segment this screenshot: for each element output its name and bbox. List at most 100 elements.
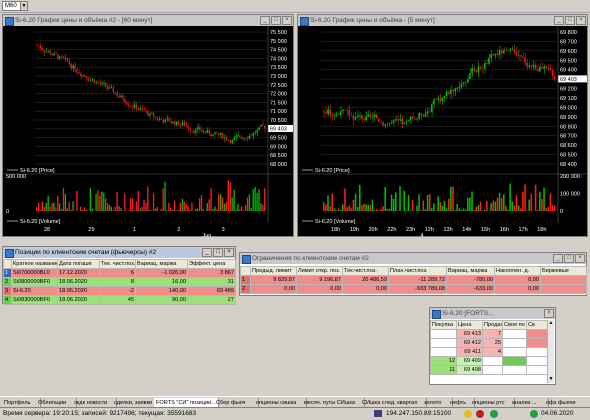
table-row[interactable]: 69 413 7 (430, 329, 549, 339)
positions-window[interactable]: Позиции по клиентским счетам (фьючерсы) … (2, 246, 236, 305)
table-row[interactable]: 11 69 408 (430, 365, 549, 375)
table-row[interactable]: 4 Si0830000BF0 18.06.2020 45 90,00 27 (3, 295, 236, 305)
column-header[interactable]: Покупка (430, 320, 457, 330)
table-row[interactable]: 69 412 25 (430, 338, 549, 348)
candle-body (405, 121, 408, 123)
positions-table[interactable]: Краткое название Дата погаше Тек. чист.п… (3, 259, 236, 305)
volume-bar (519, 208, 522, 211)
column-header[interactable]: Продажа (482, 320, 503, 330)
column-header[interactable]: Тек.чист.поз. (342, 266, 389, 276)
volume-bar (41, 201, 44, 211)
column-header[interactable]: Вариац. маржа (135, 259, 188, 269)
time-tick-label: 18h (331, 227, 340, 233)
column-header[interactable]: Накоплен. д. (494, 266, 541, 276)
time-tick-label: 15h (481, 227, 490, 233)
chart-window-60min[interactable]: Si-6.20 График цены и объёма #2 - [60 ми… (2, 14, 294, 239)
column-header[interactable]: Предыд. лимит (250, 266, 297, 276)
table-row[interactable]: 2 Si0800000BF0 18.06.2020 8 16,00 31 (3, 277, 236, 287)
close-button[interactable]: × (544, 309, 554, 318)
candle-body (342, 109, 344, 112)
candle-body (262, 124, 264, 126)
price-tick-label: 68 500 (560, 153, 577, 159)
chart1-canvas[interactable]: 75 500 75 000 74 500 74 000 73 500 73 000 72 5… (4, 26, 294, 239)
candle-body (528, 65, 530, 67)
close-button[interactable]: × (575, 254, 585, 263)
close-button[interactable]: × (282, 16, 292, 25)
orderbook-scrollbar[interactable]: ▲ ▼ (547, 320, 554, 383)
column-header[interactable]: Св (526, 320, 549, 330)
chart2-area[interactable]: 69 80069 70069 60069 50069 40069 30069 2… (299, 26, 588, 239)
volume-bar (426, 195, 429, 211)
chart-window-5min[interactable]: Si-6.20 График цены и объёма - [5 минут]… (297, 14, 588, 239)
column-header[interactable]: Биржевые (540, 266, 587, 276)
table-row[interactable]: 1 Si0700000BL0 17.12.2020 6 -1 026,00 3 … (3, 268, 236, 278)
table-row[interactable]: 69 411 4 (430, 347, 549, 357)
chevron-down-icon[interactable]: ▼ (20, 2, 27, 10)
candle-body (490, 54, 492, 58)
column-header[interactable]: Тек. чист.поз. (99, 259, 136, 269)
limits-table[interactable]: Предыд. лимит Лимит откр. поз. Тек.чист.… (240, 266, 587, 294)
limits-titlebar[interactable]: Ограничения по клиентским счетам #2 _ □ … (240, 253, 586, 264)
maximize-button[interactable]: □ (565, 16, 575, 25)
orderbook-table[interactable]: Покупка Цена Продажа Своя по Св 69 413 7… (430, 320, 549, 375)
candle-body (517, 55, 520, 56)
time-tick-label: 12h (425, 227, 434, 233)
table-row[interactable]: 12 69 409 (430, 356, 549, 366)
volume-bar (156, 206, 159, 211)
close-button[interactable]: × (224, 248, 234, 257)
volume-bar (517, 205, 520, 211)
scroll-up-icon[interactable]: ▲ (548, 320, 554, 327)
volume-bar (106, 203, 109, 211)
time-tick-label: 19h (350, 227, 359, 233)
timeframe-select[interactable]: M60 ▼ (2, 1, 28, 11)
candle-body (488, 57, 490, 64)
volume-bar (116, 191, 118, 211)
table-row[interactable]: 3 Si-6.20 18.06.2020 -2 140,00 69 489 (3, 286, 236, 296)
table-row[interactable]: 2 0,00 0,00 0,00 -933 789,08 -633,00 0,0… (240, 284, 587, 294)
minimize-button[interactable]: _ (554, 16, 564, 25)
table-row[interactable]: 1 9 829,87 9 196,87 20 486,59 -11 289,72… (240, 275, 587, 285)
chart2-titlebar[interactable]: Si-6.20 График цены и объёма - [5 минут]… (298, 15, 587, 26)
close-button[interactable]: × (576, 16, 586, 25)
positions-titlebar[interactable]: Позиции по клиентским счетам (фьючерсы) … (3, 247, 235, 258)
volume-bar (185, 203, 187, 211)
column-header[interactable]: Эффект. цена (187, 259, 236, 269)
minimize-button[interactable]: _ (260, 16, 270, 25)
limits-window[interactable]: Ограничения по клиентским счетам #2 _ □ … (239, 252, 587, 296)
chart2-canvas[interactable]: 69 80069 70069 60069 50069 40069 30069 2… (299, 26, 588, 239)
column-header[interactable]: План.чист.поз. (388, 266, 447, 276)
candle-body (375, 114, 378, 119)
candle-body (87, 78, 90, 81)
candle-body (530, 65, 533, 67)
volume-bar (256, 193, 258, 211)
minimize-button[interactable]: _ (553, 254, 563, 263)
column-header[interactable]: Вариац. маржа (446, 266, 495, 276)
maximize-button[interactable]: □ (564, 254, 574, 263)
maximize-button[interactable]: □ (271, 16, 281, 25)
chart1-titlebar[interactable]: Si-6.20 График цены и объёма #2 - [60 ми… (3, 15, 293, 26)
candle-body (206, 129, 208, 133)
candle-body (356, 115, 359, 118)
candle-body (462, 82, 465, 84)
volume-bar (475, 206, 478, 211)
current-date: 04.06.2020 (541, 410, 574, 417)
volume-bar (57, 195, 59, 211)
column-header[interactable]: Лимит откр. поз. (296, 266, 343, 276)
price-tick-label: 75 000 (270, 39, 287, 45)
maximize-button[interactable]: □ (213, 248, 223, 257)
chart1-area[interactable]: 75 500 75 000 74 500 74 000 73 500 73 000 72 5… (4, 26, 294, 239)
orderbook-titlebar[interactable]: Si-6.20 [FORTS... × (430, 308, 555, 319)
time-tick-label: 23h (406, 227, 415, 233)
column-header[interactable]: Дата погаше (57, 259, 100, 269)
orderbook-window[interactable]: Si-6.20 [FORTS... × Покупка Цена Продажа… (429, 307, 556, 385)
scroll-down-icon[interactable]: ▼ (548, 376, 554, 383)
volume-bar (147, 186, 149, 211)
volume-bar (60, 208, 63, 211)
volume-bar (264, 188, 266, 211)
minimize-button[interactable]: _ (202, 248, 212, 257)
volume-bar (490, 203, 492, 211)
candle-body (60, 56, 63, 58)
column-header[interactable]: Своя по (502, 320, 527, 330)
column-header[interactable]: Краткое название (11, 259, 58, 269)
column-header[interactable]: Цена (456, 320, 483, 330)
